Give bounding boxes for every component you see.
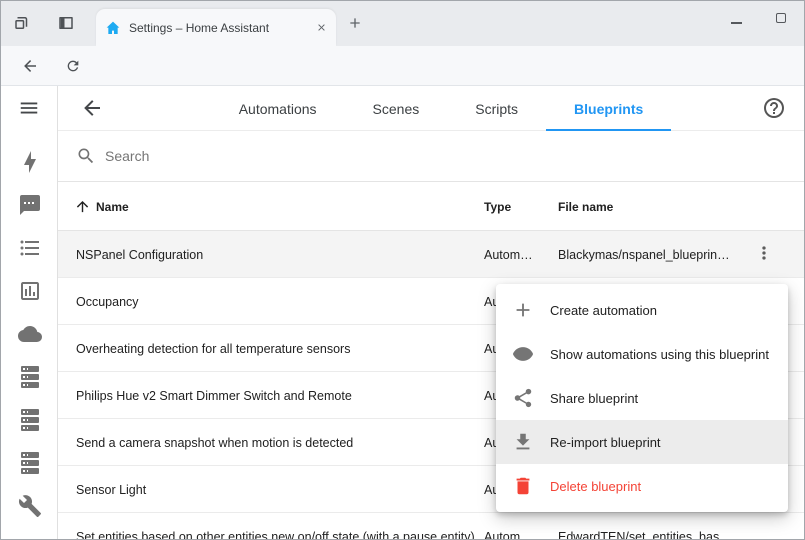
table-row[interactable]: Set entities based on other entities new… bbox=[58, 513, 804, 539]
wrench-icon[interactable] bbox=[18, 494, 42, 518]
settings-header: Automations Scenes Scripts Blueprints bbox=[58, 86, 804, 131]
lightning-icon[interactable] bbox=[18, 150, 42, 174]
menu-item-label: Show automations using this blueprint bbox=[550, 347, 769, 362]
column-header-type[interactable]: Type bbox=[484, 182, 511, 231]
menu-item-label: Delete blueprint bbox=[550, 479, 641, 494]
menu-item-create-automation[interactable]: Create automation bbox=[496, 288, 788, 332]
back-icon[interactable] bbox=[21, 57, 39, 75]
menu-item-label: Share blueprint bbox=[550, 391, 638, 406]
browser-window: Settings – Home Assistant Not secure hom… bbox=[0, 0, 805, 540]
chart-icon[interactable] bbox=[18, 279, 42, 303]
help-icon[interactable] bbox=[762, 96, 786, 120]
home-assistant-app: Automations Scenes Scripts Blueprints bbox=[1, 86, 804, 539]
tab-automations[interactable]: Automations bbox=[211, 86, 345, 131]
sort-ascending-icon bbox=[74, 198, 91, 215]
minimize-button[interactable] bbox=[731, 22, 742, 24]
server-icon[interactable] bbox=[18, 408, 42, 432]
row-type: Autom… bbox=[484, 231, 554, 278]
main-content: Automations Scenes Scripts Blueprints bbox=[58, 86, 804, 539]
tab-title: Settings – Home Assistant bbox=[129, 21, 310, 35]
chat-icon[interactable] bbox=[18, 193, 42, 217]
home-assistant-favicon bbox=[105, 20, 121, 36]
plus-icon bbox=[512, 299, 534, 321]
row-name: Occupancy bbox=[76, 278, 480, 325]
workspaces-icon[interactable] bbox=[13, 14, 31, 32]
maximize-button[interactable] bbox=[776, 13, 786, 23]
menu-item-label: Create automation bbox=[550, 303, 657, 318]
search-input[interactable] bbox=[105, 148, 804, 164]
row-type: Autom… bbox=[484, 513, 554, 539]
download-icon bbox=[512, 431, 534, 453]
tab-scenes[interactable]: Scenes bbox=[345, 86, 448, 131]
column-header-file[interactable]: File name bbox=[558, 182, 613, 231]
menu-item-label: Re-import blueprint bbox=[550, 435, 661, 450]
row-file: EdwardTEN/set_entities_bas… bbox=[558, 513, 756, 539]
sidebar bbox=[1, 86, 58, 539]
row-name: NSPanel Configuration bbox=[76, 231, 480, 278]
share-icon bbox=[512, 387, 534, 409]
browser-toolbar: Not secure homeassistant.local:8123/... … bbox=[1, 46, 804, 86]
table-header: Name Type File name bbox=[58, 182, 804, 231]
menu-item-delete-blueprint[interactable]: Delete blueprint bbox=[496, 464, 788, 508]
new-tab-button[interactable] bbox=[347, 15, 363, 31]
server-icon[interactable] bbox=[18, 365, 42, 389]
row-name: Set entities based on other entities new… bbox=[76, 513, 480, 539]
row-name: Send a camera snapshot when motion is de… bbox=[76, 419, 480, 466]
back-arrow-icon[interactable] bbox=[80, 96, 104, 120]
row-name: Philips Hue v2 Smart Dimmer Switch and R… bbox=[76, 372, 480, 419]
settings-tabs: Automations Scenes Scripts Blueprints bbox=[168, 86, 714, 131]
table-row[interactable]: NSPanel Configuration Autom… Blackymas/n… bbox=[58, 231, 804, 278]
search-bar bbox=[58, 131, 804, 182]
row-file: Blackymas/nspanel_blueprin… bbox=[558, 231, 756, 278]
context-menu: Create automation Show automations using… bbox=[496, 284, 788, 512]
cloud-icon[interactable] bbox=[18, 322, 42, 346]
column-header-name[interactable]: Name bbox=[74, 182, 129, 231]
vertical-tabs-icon[interactable] bbox=[57, 14, 75, 32]
browser-tab[interactable]: Settings – Home Assistant bbox=[96, 9, 336, 46]
column-label: Name bbox=[96, 200, 129, 214]
tab-close-icon[interactable] bbox=[316, 22, 327, 33]
tab-strip: Settings – Home Assistant bbox=[1, 1, 804, 46]
refresh-icon[interactable] bbox=[65, 58, 81, 74]
menu-icon[interactable] bbox=[18, 97, 40, 119]
menu-item-show-automations[interactable]: Show automations using this blueprint bbox=[496, 332, 788, 376]
tab-blueprints[interactable]: Blueprints bbox=[546, 86, 671, 131]
tab-scripts[interactable]: Scripts bbox=[447, 86, 546, 131]
search-icon bbox=[76, 146, 96, 166]
row-overflow-menu-icon[interactable] bbox=[754, 243, 774, 263]
row-name: Sensor Light bbox=[76, 466, 480, 513]
row-name: Overheating detection for all temperatur… bbox=[76, 325, 480, 372]
eye-icon bbox=[512, 343, 534, 365]
menu-item-reimport-blueprint[interactable]: Re-import blueprint bbox=[496, 420, 788, 464]
list-icon[interactable] bbox=[18, 236, 42, 260]
server-icon[interactable] bbox=[18, 451, 42, 475]
delete-icon bbox=[512, 475, 534, 497]
menu-item-share-blueprint[interactable]: Share blueprint bbox=[496, 376, 788, 420]
